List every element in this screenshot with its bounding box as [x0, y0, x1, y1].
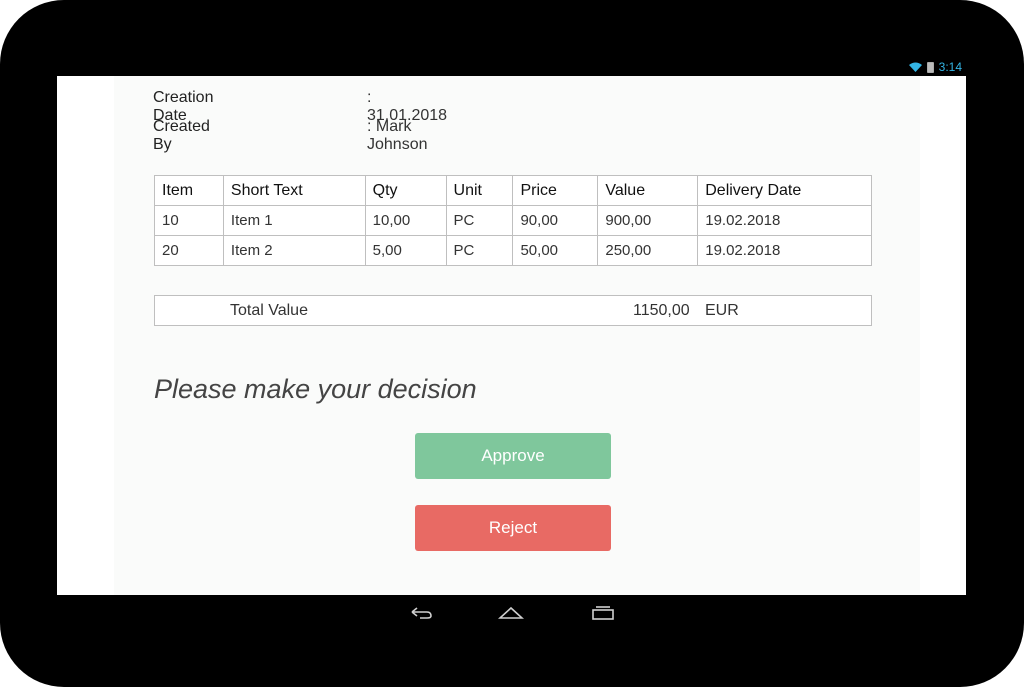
app-screen: Creation Date : 31.01.2018 Created By : … [57, 76, 966, 595]
cell-unit: PC [445, 235, 514, 266]
created-by-value: : Mark Johnson [367, 118, 428, 153]
cell-delivery-date: 19.02.2018 [697, 205, 872, 236]
column-header-qty: Qty [364, 175, 447, 206]
total-value-box: Total Value 1150,00 EUR [154, 295, 872, 326]
navigation-bar [57, 595, 966, 629]
cell-item: 10 [154, 205, 224, 236]
column-header-price: Price [512, 175, 599, 206]
total-value-amount: 1150,00 [633, 302, 690, 319]
cell-short-text: Item 2 [222, 235, 366, 266]
status-bar: 3:14 [57, 58, 966, 76]
cell-price: 50,00 [512, 235, 599, 266]
total-value-currency: EUR [705, 302, 739, 319]
column-header-value: Value [597, 175, 699, 206]
cell-value: 250,00 [597, 235, 699, 266]
home-icon[interactable] [498, 604, 524, 620]
cell-item: 20 [154, 235, 224, 266]
status-time: 3:14 [938, 60, 962, 74]
column-header-unit: Unit [445, 175, 514, 206]
created-by-label: Created By [153, 118, 210, 153]
cell-unit: PC [445, 205, 514, 236]
approve-button[interactable]: Approve [415, 433, 611, 479]
cell-short-text: Item 1 [222, 205, 366, 236]
cell-price: 90,00 [512, 205, 599, 236]
table-row: 10 Item 1 10,00 PC 90,00 900,00 19.02.20… [154, 205, 872, 236]
reject-button[interactable]: Reject [415, 505, 611, 551]
decision-prompt: Please make your decision [154, 374, 477, 404]
cell-qty: 10,00 [364, 205, 447, 236]
back-icon[interactable] [408, 604, 434, 620]
cell-qty: 5,00 [364, 235, 447, 266]
items-table: Item Short Text Qty Unit Price Value Del… [154, 175, 872, 266]
cell-delivery-date: 19.02.2018 [697, 235, 872, 266]
column-header-delivery-date: Delivery Date [697, 175, 872, 206]
table-header-row: Item Short Text Qty Unit Price Value Del… [154, 175, 872, 206]
column-header-short-text: Short Text [222, 175, 366, 206]
total-value-label: Total Value [230, 302, 308, 319]
approval-form: Creation Date : 31.01.2018 Created By : … [114, 76, 920, 595]
recent-apps-icon[interactable] [590, 604, 616, 620]
battery-icon [926, 61, 934, 73]
cell-value: 900,00 [597, 205, 699, 236]
table-row: 20 Item 2 5,00 PC 50,00 250,00 19.02.201… [154, 235, 872, 266]
wifi-icon [908, 62, 922, 72]
column-header-item: Item [154, 175, 224, 206]
